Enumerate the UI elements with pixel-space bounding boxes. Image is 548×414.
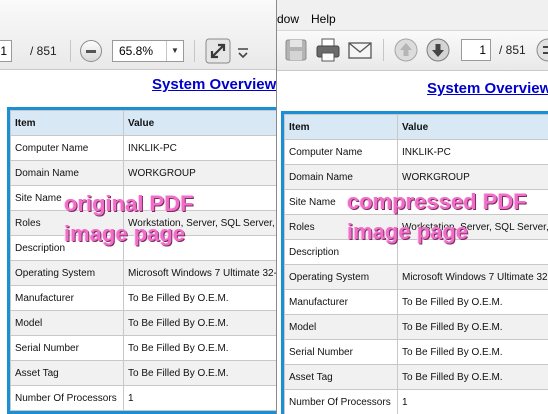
cell-value: To Be Filled By O.E.M.: [123, 360, 276, 386]
cell-value: To Be Filled By O.E.M.: [397, 364, 548, 390]
table-row: Asset Tag To Be Filled By O.E.M.: [284, 364, 548, 390]
zoom-out-button[interactable]: [80, 40, 102, 62]
cell-value: Microsoft Windows 7 Ultimate 32-: [123, 260, 276, 286]
cell-item: Number Of Processors: [284, 389, 398, 414]
cell-item: Operating System: [10, 260, 124, 286]
email-icon: [348, 42, 372, 59]
table-row: Manufacturer To Be Filled By O.E.M.: [284, 289, 548, 315]
table-row: Computer Name INKLIK-PC: [284, 139, 548, 165]
cell-value: INKLIK-PC: [123, 135, 276, 161]
cell-value: To Be Filled By O.E.M.: [397, 339, 548, 365]
fullscreen-icon: [205, 38, 231, 64]
cell-item: Serial Number: [284, 339, 398, 365]
system-table: Item Value Computer Name INKLIK-PC Domain …: [7, 107, 276, 414]
cell-item: Serial Number: [10, 335, 124, 361]
cell-item: Number Of Processors: [10, 385, 124, 411]
cell-value: To Be Filled By O.E.M.: [123, 335, 276, 361]
cell-value: To Be Filled By O.E.M.: [123, 310, 276, 336]
table-header-row: Item Value: [10, 110, 276, 136]
dropdown-arrow-icon[interactable]: ▼: [166, 41, 183, 61]
cell-value: 1: [397, 389, 548, 414]
separator: [383, 39, 384, 61]
cell-item: Model: [10, 310, 124, 336]
page-total-label: / 851: [499, 43, 526, 57]
page-total-label: / 851: [30, 44, 57, 58]
more-tools-button[interactable]: [236, 42, 250, 62]
table-header-row: Item Value: [284, 114, 548, 140]
print-icon: [316, 38, 340, 62]
table-row: Serial Number To Be Filled By O.E.M.: [284, 339, 548, 365]
print-button[interactable]: [315, 37, 341, 63]
previous-page-icon: [394, 38, 418, 62]
cell-item: Computer Name: [10, 135, 124, 161]
original-pdf-viewer: 1 / 851 65.8% ▼ System Overview Item Val…: [0, 0, 276, 414]
system-table: Item Value Computer Name INKLIK-PC Domain …: [281, 111, 548, 414]
more-icon: [238, 48, 248, 59]
cell-item: Computer Name: [284, 139, 398, 165]
save-icon: [285, 39, 307, 61]
zoom-select[interactable]: 65.8% ▼: [112, 40, 184, 62]
table-row: Operating System Microsoft Windows 7 Ulti…: [284, 264, 548, 290]
toolbar: 1 / 851 65.8% ▼: [0, 0, 276, 70]
next-page-icon: [426, 38, 450, 62]
next-page-button[interactable]: [425, 37, 451, 63]
overlay-caption-line2: image page: [64, 221, 186, 246]
menu-help[interactable]: Help: [311, 12, 336, 26]
document-title: System Overview: [427, 80, 548, 97]
cell-item: Domain Name: [284, 164, 398, 190]
save-button[interactable]: [283, 37, 309, 63]
document-title: System Overview: [152, 76, 276, 93]
table-row: Operating System Microsoft Windows 7 Ulti…: [10, 260, 276, 286]
separator: [70, 40, 71, 62]
page-number-input[interactable]: 1: [461, 39, 491, 61]
overlay-caption-line1: original PDF: [64, 191, 194, 216]
cell-value: INKLIK-PC: [397, 139, 548, 165]
header-item: Item: [10, 110, 124, 136]
header-value: Value: [397, 114, 548, 140]
table-row: Serial Number To Be Filled By O.E.M.: [10, 335, 276, 361]
cell-value: WORKGROUP: [123, 160, 276, 186]
fit-page-button[interactable]: [535, 37, 548, 63]
overlay-caption-line2: image page: [347, 219, 469, 244]
cell-item: Manufacturer: [284, 289, 398, 315]
table-row: Domain Name WORKGROUP: [10, 160, 276, 186]
table-row: Computer Name INKLIK-PC: [10, 135, 276, 161]
cell-value: WORKGROUP: [397, 164, 548, 190]
cell-value: 1: [123, 385, 276, 411]
separator: [194, 40, 195, 62]
header-value: Value: [123, 110, 276, 136]
overlay-caption-line1: compressed PDF: [347, 189, 527, 214]
compressed-pdf-viewer: dow Help 1 / 851 System Overview Item Va…: [277, 0, 548, 414]
toolbar: 1 / 851: [277, 30, 548, 71]
cell-value: To Be Filled By O.E.M.: [123, 285, 276, 311]
table-row: Model To Be Filled By O.E.M.: [10, 310, 276, 336]
cell-item: Asset Tag: [10, 360, 124, 386]
table-row: Manufacturer To Be Filled By O.E.M.: [10, 285, 276, 311]
cell-item: Domain Name: [10, 160, 124, 186]
menu-bar: dow Help: [277, 0, 548, 30]
cell-value: To Be Filled By O.E.M.: [397, 289, 548, 315]
previous-page-button[interactable]: [393, 37, 419, 63]
zoom-value: 65.8%: [119, 44, 154, 58]
cell-value: To Be Filled By O.E.M.: [397, 314, 548, 340]
menu-window[interactable]: dow: [277, 12, 299, 26]
minus-icon: [86, 50, 96, 53]
cell-item: Operating System: [284, 264, 398, 290]
table-row: Model To Be Filled By O.E.M.: [284, 314, 548, 340]
table-row: Domain Name WORKGROUP: [284, 164, 548, 190]
fullscreen-button[interactable]: [205, 38, 231, 64]
cell-item: Manufacturer: [10, 285, 124, 311]
header-item: Item: [284, 114, 398, 140]
email-button[interactable]: [347, 37, 373, 63]
fit-page-icon: [536, 38, 548, 62]
cell-value: Microsoft Windows 7 Ultimate 32-: [397, 264, 548, 290]
table-row: Number Of Processors 1: [284, 389, 548, 414]
cell-item: Model: [284, 314, 398, 340]
page-number-input[interactable]: 1: [0, 40, 12, 62]
table-row: Asset Tag To Be Filled By O.E.M.: [10, 360, 276, 386]
cell-item: Asset Tag: [284, 364, 398, 390]
table-row: Number Of Processors 1: [10, 385, 276, 411]
